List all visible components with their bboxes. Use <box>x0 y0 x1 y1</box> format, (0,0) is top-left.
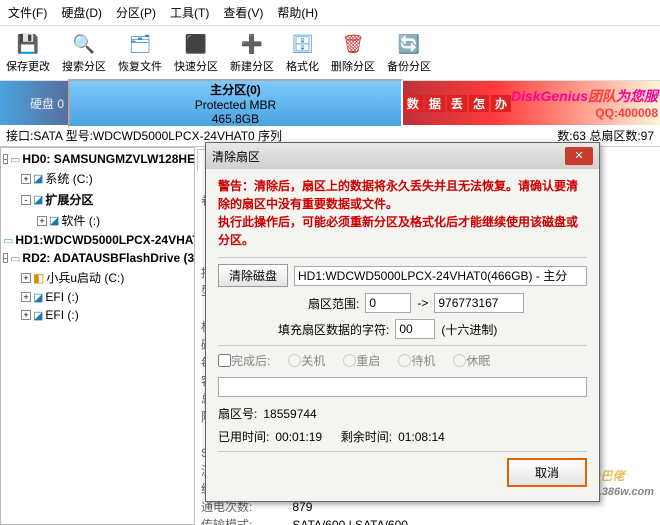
fill-label: 填充扇区数据的字符: <box>278 321 389 338</box>
disk-icon: ▭ <box>10 252 20 265</box>
usb-icon: ◧ <box>33 271 44 285</box>
sector-number-value: 18559744 <box>263 407 316 421</box>
disk-tree: -▭HD0: SAMSUNGMZVLW128HEGR-0 +◪系统 (C:) -… <box>0 147 195 525</box>
new-partition-button[interactable]: ➕新建分区 <box>228 30 276 76</box>
partition-icon: ◪ <box>33 193 43 206</box>
close-button[interactable]: ✕ <box>565 147 593 165</box>
save-icon: 💾 <box>16 32 40 56</box>
radio-standby <box>398 354 411 367</box>
expand-icon[interactable]: + <box>21 292 31 302</box>
tree-hd0[interactable]: -▭HD0: SAMSUNGMZVLW128HEGR-0 <box>3 150 192 168</box>
slogan-cubes: 数 据 丢 怎 办 <box>403 95 511 112</box>
menu-partition[interactable]: 分区(P) <box>112 2 160 23</box>
backup-icon: 🔄 <box>397 32 421 56</box>
partition-icon: ◪ <box>33 309 43 322</box>
expand-icon[interactable]: + <box>21 174 31 184</box>
format-icon: 🗄 <box>291 32 315 56</box>
recover-icon: 🗂 <box>128 32 152 56</box>
menu-view[interactable]: 查看(V) <box>219 2 267 23</box>
format-button[interactable]: 🗄格式化 <box>284 30 321 76</box>
radio-sleep <box>453 354 466 367</box>
cancel-button[interactable]: 取消 <box>507 458 587 487</box>
tree-rd2[interactable]: -▭RD2: ADATAUSBFlashDrive (30 <box>3 249 192 267</box>
range-from-input[interactable] <box>365 293 411 313</box>
partition-icon: ◪ <box>33 291 43 304</box>
progress-bar <box>218 377 587 397</box>
radio-shutdown <box>288 354 301 367</box>
delete-icon: 🗑 <box>341 32 365 56</box>
tree-xb[interactable]: +◧小兵u启动 (C:) <box>3 267 192 288</box>
radio-reboot <box>343 354 356 367</box>
partition-map[interactable]: 主分区(0) Protected MBR 465.8GB <box>68 79 403 128</box>
expand-icon[interactable]: + <box>21 310 31 320</box>
delete-partition-button[interactable]: 🗑删除分区 <box>329 30 377 76</box>
collapse-icon[interactable]: - <box>3 253 8 263</box>
range-sep: -> <box>417 296 428 310</box>
save-button[interactable]: 💾保存更改 <box>4 30 52 76</box>
fill-char-input[interactable] <box>395 319 435 339</box>
partition-icon: ◪ <box>33 172 43 185</box>
menu-help[interactable]: 帮助(H) <box>273 2 322 23</box>
separator <box>218 257 587 258</box>
tree-ext[interactable]: -◪扩展分区 <box>3 189 192 210</box>
fill-hex-label: (十六进制) <box>441 321 497 338</box>
menu-file[interactable]: 文件(F) <box>4 2 51 23</box>
tree-hd1[interactable]: ▭HD1:WDCWD5000LPCX-24VHAT0 <box>3 231 192 249</box>
dialog-title: 清除扇区 <box>212 148 260 165</box>
range-label: 扇区范围: <box>308 295 359 312</box>
partition-icon: ◪ <box>49 214 59 227</box>
toolbar: 💾保存更改 🔍搜索分区 🗂恢复文件 ⬛快速分区 ➕新建分区 🗄格式化 🗑删除分区… <box>0 26 660 81</box>
partition-icon: ⬛ <box>184 32 208 56</box>
banner-disk-label: 硬盘 0 <box>0 95 68 112</box>
range-to-input[interactable] <box>434 293 524 313</box>
tree-efi2[interactable]: +◪EFI (:) <box>3 306 192 324</box>
disk-icon: ▭ <box>10 153 20 166</box>
disk-icon: ▭ <box>3 234 13 247</box>
elapsed-label: 已用时间: <box>218 428 269 445</box>
warning-text: 警告：清除后，扇区上的数据将永久丢失并且无法恢复。请确认要清除的扇区中没有重要数… <box>218 177 587 249</box>
header-banner: 硬盘 0 主分区(0) Protected MBR 465.8GB 数 据 丢 … <box>0 81 660 125</box>
dialog-body: 警告：清除后，扇区上的数据将永久丢失并且无法恢复。请确认要清除的扇区中没有重要数… <box>206 169 599 501</box>
after-complete-checkbox[interactable] <box>218 354 231 367</box>
tree-efi1[interactable]: +◪EFI (:) <box>3 288 192 306</box>
brand-logo: DiskGenius团队为您服 QQ:400008 <box>511 86 658 120</box>
quick-partition-button[interactable]: ⬛快速分区 <box>172 30 220 76</box>
backup-button[interactable]: 🔄备份分区 <box>385 30 433 76</box>
sector-number-label: 扇区号: <box>218 405 257 422</box>
collapse-icon[interactable]: - <box>21 195 31 205</box>
partition-sub: Protected MBR <box>195 98 276 112</box>
disk-path-field[interactable] <box>294 266 587 286</box>
dialog-titlebar: 清除扇区 ✕ <box>206 143 599 169</box>
menu-tools[interactable]: 工具(T) <box>166 2 213 23</box>
search-partition-button[interactable]: 🔍搜索分区 <box>60 30 108 76</box>
recover-file-button[interactable]: 🗂恢复文件 <box>116 30 164 76</box>
separator <box>218 345 587 346</box>
erase-sector-dialog: 清除扇区 ✕ 警告：清除后，扇区上的数据将永久丢失并且无法恢复。请确认要清除的扇… <box>205 142 600 502</box>
search-icon: 🔍 <box>72 32 96 56</box>
menu-bar: 文件(F) 硬盘(D) 分区(P) 工具(T) 查看(V) 帮助(H) <box>0 0 660 26</box>
remaining-value: 01:08:14 <box>398 430 445 444</box>
separator <box>218 451 587 452</box>
erase-disk-button[interactable]: 清除磁盘 <box>218 264 288 287</box>
remaining-label: 剩余时间: <box>341 428 392 445</box>
menu-disk[interactable]: 硬盘(D) <box>57 2 106 23</box>
new-icon: ➕ <box>240 32 264 56</box>
expand-icon[interactable]: + <box>37 216 47 226</box>
tree-soft[interactable]: +◪软件 (:) <box>3 210 192 231</box>
collapse-icon[interactable]: - <box>3 154 8 164</box>
partition-title: 主分区(0) <box>210 81 261 98</box>
tree-sys[interactable]: +◪系统 (C:) <box>3 168 192 189</box>
elapsed-value: 00:01:19 <box>275 430 322 444</box>
partition-size: 465.8GB <box>212 112 259 126</box>
expand-icon[interactable]: + <box>21 273 31 283</box>
